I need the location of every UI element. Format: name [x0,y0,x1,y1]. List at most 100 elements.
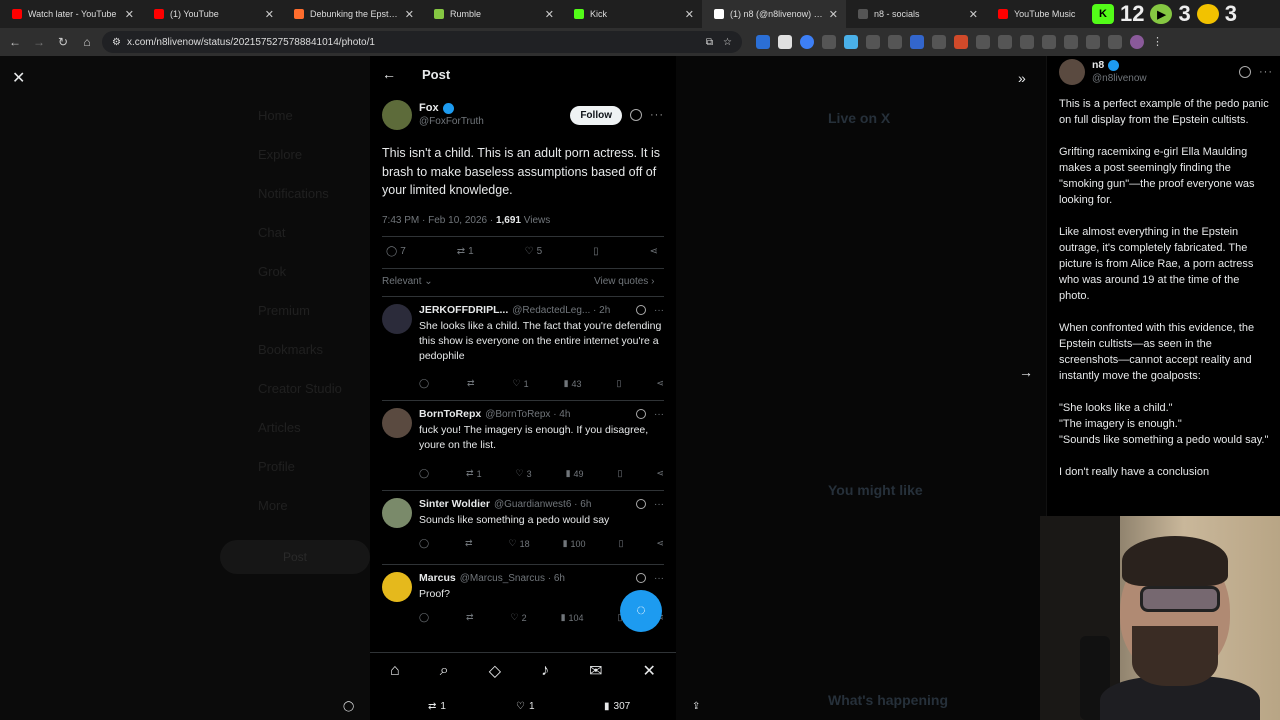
notifications-bell-icon[interactable]: ♪ [541,662,549,680]
repost-button[interactable]: ⇄ 1 [457,246,474,257]
like-button[interactable]: ♡ 5 [525,246,543,257]
sort-replies-dropdown[interactable]: Relevant ⌄ [382,276,433,287]
reply-author-name[interactable]: JERKOFFDRIPL... [419,304,508,316]
home-icon[interactable]: ⌂ [78,35,96,49]
browser-tab[interactable]: Debunking the Epstein My ✕ [282,0,422,28]
grok-icon[interactable] [636,305,646,315]
expand-icon[interactable]: » [1018,70,1026,86]
more-options-icon[interactable]: ··· [654,305,664,316]
site-info-icon[interactable]: ⚙ [112,37,121,48]
avatar[interactable] [382,408,412,438]
extension-icon[interactable] [800,35,814,49]
close-icon[interactable]: ✕ [12,68,25,88]
x-logo-icon[interactable]: ✕ [643,661,656,681]
extension-icon[interactable] [954,35,968,49]
kick-extension-icon[interactable]: K [1092,4,1114,24]
more-options-icon[interactable]: ··· [654,499,664,510]
view-quotes-link[interactable]: View quotes › [594,276,654,287]
tweet-time[interactable]: 7:43 PM · Feb 10, 2026 · [382,215,496,226]
reply-button[interactable]: ◯ [419,468,432,479]
author-handle[interactable]: @FoxForTruth [419,115,484,129]
tab-close-icon[interactable]: ✕ [405,8,414,21]
grok-icon[interactable] [636,499,646,509]
photo-share-button[interactable]: ⇪ [692,701,700,712]
reply-button[interactable]: ◯ [419,378,432,389]
share-button[interactable]: ⋖ [650,246,658,257]
tab-close-icon[interactable]: ✕ [969,8,978,21]
extension-icon[interactable] [1064,35,1078,49]
photo-repost-button[interactable]: ⇄ 1 [428,701,446,712]
grok-icon[interactable] [636,409,646,419]
reply-author-name[interactable]: Sinter Woldier [419,498,490,510]
reload-icon[interactable]: ↻ [54,35,72,49]
views-button[interactable]: ▮ 100 [563,538,586,549]
tab-close-icon[interactable]: ✕ [685,8,694,21]
more-options-icon[interactable]: ··· [654,573,664,584]
repost-button[interactable]: ⇄ [467,378,478,389]
views-button[interactable]: ▮ 49 [566,468,584,479]
url-bar[interactable]: ⚙ x.com/n8livenow/status/202157527578884… [102,31,742,53]
extension-icon[interactable] [1020,35,1034,49]
like-button[interactable]: ♡ 2 [511,612,527,623]
grok-icon[interactable] [1239,66,1251,78]
views-button[interactable]: ▮ 104 [561,612,584,623]
more-options-icon[interactable]: ··· [654,409,664,420]
bookmark-button[interactable]: ▯ [618,468,623,479]
avatar[interactable] [1059,59,1085,85]
extension-icon[interactable] [822,35,836,49]
bookmark-button[interactable]: ▯ [617,378,622,389]
like-button[interactable]: ♡ 18 [509,538,530,549]
browser-tab[interactable]: Watch later - YouTube ✕ [0,0,142,28]
extension-icon[interactable] [1108,35,1122,49]
devtools-icon[interactable] [1042,35,1056,49]
browser-tab[interactable]: YouTube Music [986,0,1086,28]
more-options-icon[interactable]: ··· [1259,66,1273,78]
views-button[interactable]: ▮ 43 [564,378,582,389]
rumble-extension-icon[interactable]: ▶ [1150,4,1173,24]
extension-icon[interactable] [756,35,770,49]
share-button[interactable]: ⋖ [656,538,664,549]
repost-button[interactable]: ⇄ [466,612,477,623]
repost-button[interactable]: ⇄ 1 [466,468,482,479]
grok-icon[interactable] [636,573,646,583]
reply-button[interactable]: ◯ [419,612,432,623]
reply-author-name[interactable]: Marcus [419,572,456,584]
puzzle-icon[interactable] [976,35,990,49]
profile-avatar-icon[interactable] [1130,35,1144,49]
like-button[interactable]: ♡ 3 [516,468,532,479]
author-name[interactable]: Fox [419,101,439,115]
browser-tab[interactable]: Kick ✕ [562,0,702,28]
tab-close-icon[interactable]: ✕ [545,8,554,21]
grok-icon[interactable] [630,109,642,121]
extension-icon[interactable] [932,35,946,49]
compose-reply-button[interactable]: ◌ [620,590,662,632]
author-name[interactable]: n8 [1092,58,1104,72]
back-icon[interactable]: ← [6,35,24,49]
avatar[interactable] [382,572,412,602]
photo-views[interactable]: ▮ 307 [604,701,630,712]
more-options-icon[interactable]: ··· [650,109,664,121]
tab-close-icon[interactable]: ✕ [125,8,134,21]
reply-button[interactable]: ◯ 7 [386,246,406,257]
back-arrow-icon[interactable]: ← [382,66,396,82]
browser-tab[interactable]: Rumble ✕ [422,0,562,28]
menu-dots-icon[interactable]: ⋮ [1152,35,1166,49]
extension-icon[interactable] [778,35,792,49]
tab-close-icon[interactable]: ✕ [265,8,274,21]
extension-icon[interactable] [888,35,902,49]
history-icon[interactable] [998,35,1012,49]
browser-tab[interactable]: n8 - socials ✕ [846,0,986,28]
search-icon[interactable]: ⌕ [440,662,449,680]
next-photo-icon[interactable]: → [1019,364,1033,380]
photo-like-button[interactable]: ♡ 1 [516,701,535,712]
follow-button[interactable]: Follow [570,105,622,125]
forward-icon[interactable]: → [30,35,48,49]
bookmark-button[interactable]: ▯ [619,538,624,549]
install-icon[interactable]: ⧉ [706,37,713,48]
avatar[interactable] [382,498,412,528]
repost-button[interactable]: ⇄ [465,538,476,549]
reply-author-name[interactable]: BornToRepx [419,408,481,420]
share-button[interactable]: ⋖ [656,468,664,479]
tab-close-icon[interactable]: ✕ [829,8,838,21]
extension-icon[interactable] [866,35,880,49]
